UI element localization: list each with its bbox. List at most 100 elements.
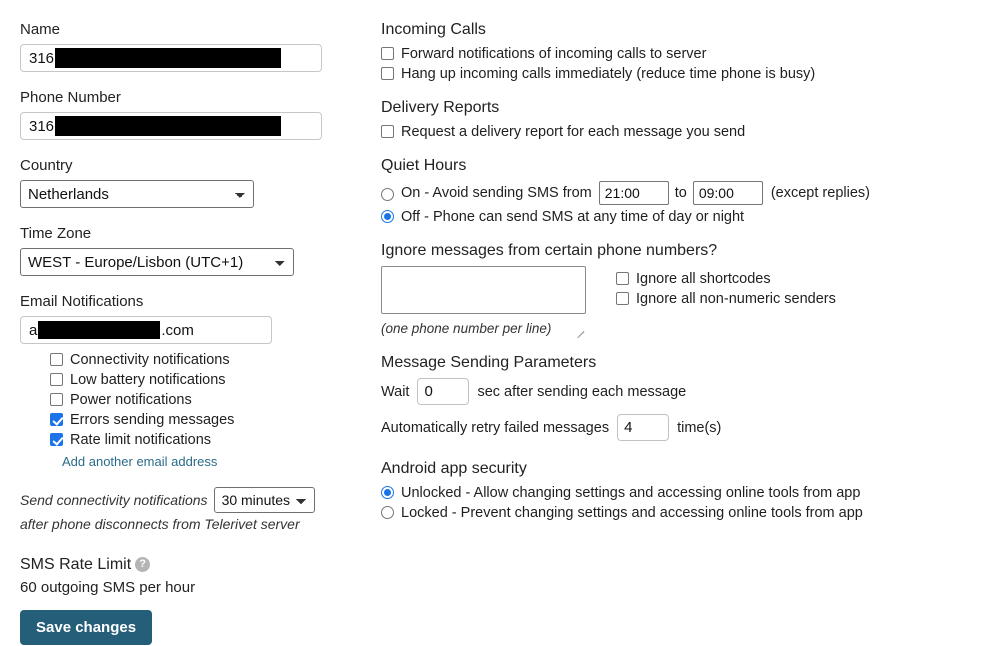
email-value-prefix: a (29, 321, 38, 339)
ignore-numbers-field: (one phone number per line) (381, 266, 586, 339)
android-app-security-section: Android app security Unlocked - Allow ch… (381, 459, 981, 522)
quiet-hours-off-row[interactable]: Off - Phone can send SMS at any time of … (381, 208, 981, 226)
timezone-field-group: Time Zone WEST - Europe/Lisbon (UTC+1) (20, 224, 360, 276)
quiet-hours-section: Quiet Hours On - Avoid sending SMS from … (381, 156, 981, 226)
wait-seconds-input[interactable] (417, 378, 470, 405)
ignore-numbers-textarea[interactable] (381, 266, 586, 314)
email-redaction-bar (38, 321, 161, 339)
rate-limit-notifications-label: Rate limit notifications (70, 432, 212, 448)
connectivity-delay-note: Send connectivity notifications 30 minut… (20, 487, 360, 535)
email-option-errors[interactable]: Errors sending messages (50, 411, 360, 429)
wait-prefix-label: Wait (381, 383, 410, 400)
phone-input[interactable]: 316 (20, 112, 322, 140)
email-notifications-label: Email Notifications (20, 293, 144, 310)
retry-row: Automatically retry failed messages time… (381, 414, 981, 441)
sms-rate-limit-group: SMS Rate Limit? 60 outgoing SMS per hour (20, 555, 360, 596)
email-value-suffix: .com (161, 321, 194, 339)
delivery-reports-section: Delivery Reports Request a delivery repo… (381, 98, 981, 141)
low-battery-notifications-label: Low battery notifications (70, 372, 226, 388)
connectivity-notifications-label: Connectivity notifications (70, 352, 230, 368)
quiet-hours-off-label: Off - Phone can send SMS at any time of … (401, 209, 745, 225)
unlocked-radio[interactable] (381, 486, 394, 499)
quiet-hours-off-radio[interactable] (381, 210, 394, 223)
connectivity-delay-select[interactable]: 30 minutes (213, 487, 315, 513)
email-notifications-group: Email Notifications a .com Connectivity n… (20, 292, 360, 469)
quiet-hours-title: Quiet Hours (381, 157, 467, 174)
incoming-calls-section: Incoming Calls Forward notifications of … (381, 20, 981, 83)
quiet-hours-except-note: (except replies) (770, 185, 870, 201)
country-field-group: Country Netherlands (20, 156, 360, 208)
android-app-security-title: Android app security (381, 460, 527, 477)
rate-limit-notifications-checkbox[interactable] (50, 433, 63, 446)
settings-page: Name 316 Phone Number 316 Country Nether… (0, 0, 995, 646)
left-column: Name 316 Phone Number 316 Country Nether… (20, 20, 360, 645)
locked-label: Locked - Prevent changing settings and a… (401, 505, 863, 521)
phone-field-group: Phone Number 316 (20, 88, 360, 140)
message-sending-parameters-title: Message Sending Parameters (381, 354, 597, 371)
power-notifications-label: Power notifications (70, 392, 192, 408)
email-option-rate-limit[interactable]: Rate limit notifications (50, 431, 360, 449)
name-redaction-bar (55, 48, 282, 68)
quiet-hours-from-input[interactable] (598, 181, 669, 205)
email-option-low-battery[interactable]: Low battery notifications (50, 371, 360, 389)
delivery-report-option[interactable]: Request a delivery report for each messa… (381, 123, 981, 141)
security-option-unlocked[interactable]: Unlocked - Allow changing settings and a… (381, 484, 981, 502)
name-value-prefix: 316 (29, 49, 55, 67)
forward-call-notifications-label: Forward notifications of incoming calls … (401, 46, 707, 62)
connectivity-delay-row: Send connectivity notifications 30 minut… (20, 487, 360, 513)
retry-count-input[interactable] (617, 414, 670, 441)
power-notifications-checkbox[interactable] (50, 393, 63, 406)
forward-call-notifications-checkbox[interactable] (381, 47, 394, 60)
add-another-email-link[interactable]: Add another email address (62, 454, 360, 469)
save-changes-button[interactable]: Save changes (20, 610, 153, 645)
name-field-group: Name 316 (20, 20, 360, 72)
quiet-hours-on-radio[interactable] (381, 187, 394, 201)
incoming-calls-option-forward[interactable]: Forward notifications of incoming calls … (381, 45, 981, 63)
phone-value-prefix: 316 (29, 117, 55, 135)
wait-row: Wait sec after sending each message (381, 378, 981, 405)
incoming-calls-option-hangup[interactable]: Hang up incoming calls immediately (redu… (381, 65, 981, 83)
ignore-non-numeric-senders-checkbox[interactable] (616, 292, 629, 305)
connectivity-delay-suffix: after phone disconnects from Telerivet s… (20, 516, 300, 532)
locked-radio[interactable] (381, 506, 394, 519)
right-column: Incoming Calls Forward notifications of … (381, 20, 981, 537)
ignore-option-shortcodes[interactable]: Ignore all shortcodes (616, 270, 836, 288)
email-input[interactable]: a .com (20, 316, 272, 344)
incoming-calls-title: Incoming Calls (381, 21, 486, 38)
country-select[interactable]: Netherlands (20, 180, 254, 208)
email-option-power[interactable]: Power notifications (50, 391, 360, 409)
phone-redaction-bar (55, 116, 282, 136)
quiet-hours-on-row[interactable]: On - Avoid sending SMS from to (except r… (381, 181, 981, 205)
security-option-locked[interactable]: Locked - Prevent changing settings and a… (381, 504, 981, 522)
ignore-options-list: Ignore all shortcodes Ignore all non-num… (616, 266, 836, 310)
ignore-all-shortcodes-checkbox[interactable] (616, 272, 629, 285)
ignore-messages-section: Ignore messages from certain phone numbe… (381, 241, 981, 339)
sms-rate-limit-title: SMS Rate Limit (20, 556, 132, 573)
ignore-all-shortcodes-label: Ignore all shortcodes (636, 271, 771, 287)
ignore-messages-body: (one phone number per line) Ignore all s… (381, 266, 981, 339)
ignore-numbers-hint: (one phone number per line) (381, 321, 552, 336)
quiet-hours-to-input[interactable] (692, 181, 763, 205)
name-input[interactable]: 316 (20, 44, 322, 72)
name-label: Name (20, 21, 61, 38)
low-battery-notifications-checkbox[interactable] (50, 373, 63, 386)
ignore-messages-title: Ignore messages from certain phone numbe… (381, 242, 718, 259)
timezone-select[interactable]: WEST - Europe/Lisbon (UTC+1) (20, 248, 294, 276)
question-mark-icon[interactable]: ? (135, 557, 151, 572)
country-label: Country (20, 157, 73, 174)
ignore-non-numeric-senders-label: Ignore all non-numeric senders (636, 291, 836, 307)
unlocked-label: Unlocked - Allow changing settings and a… (401, 485, 861, 501)
delivery-reports-title: Delivery Reports (381, 99, 500, 116)
phone-label: Phone Number (20, 89, 121, 106)
email-option-connectivity[interactable]: Connectivity notifications (50, 351, 360, 369)
errors-sending-messages-checkbox[interactable] (50, 413, 63, 426)
quiet-hours-to-label: to (674, 185, 687, 201)
ignore-option-non-numeric[interactable]: Ignore all non-numeric senders (616, 290, 836, 308)
connectivity-delay-prefix: Send connectivity notifications (20, 492, 208, 508)
sms-rate-limit-value: 60 outgoing SMS per hour (20, 579, 196, 596)
connectivity-notifications-checkbox[interactable] (50, 353, 63, 366)
hang-up-calls-checkbox[interactable] (381, 67, 394, 80)
sms-rate-limit-title-row: SMS Rate Limit? (20, 555, 360, 575)
errors-sending-messages-label: Errors sending messages (70, 412, 235, 428)
request-delivery-report-checkbox[interactable] (381, 125, 394, 138)
